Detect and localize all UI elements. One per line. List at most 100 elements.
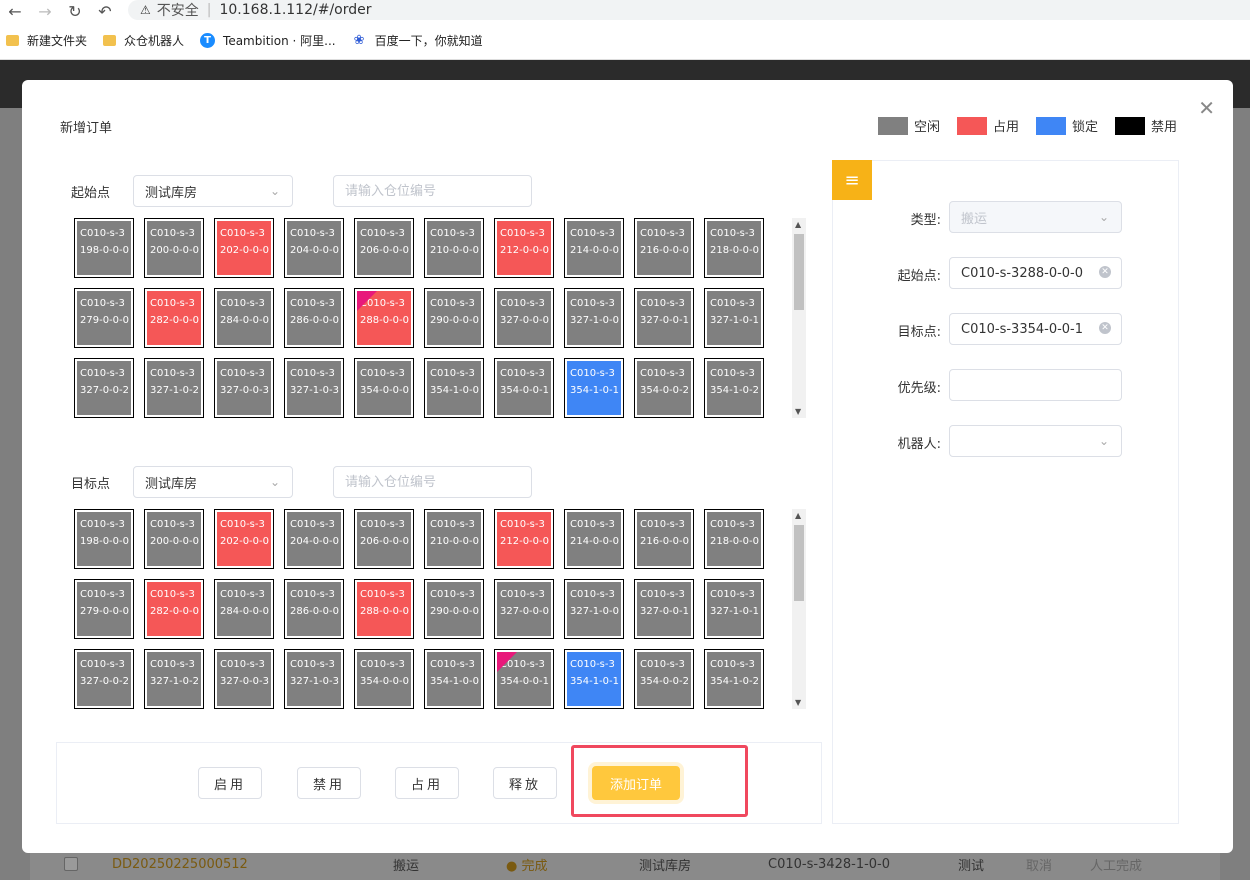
- bookmark-item[interactable]: 新建文件夹: [6, 32, 87, 49]
- location-cell[interactable]: C010-s-3202-0-0-0: [214, 218, 274, 278]
- close-icon[interactable]: ✕: [1198, 98, 1215, 118]
- target-point-field[interactable]: C010-s-3354-0-0-1 ✕: [949, 313, 1122, 345]
- undo-icon[interactable]: ↶: [90, 0, 120, 22]
- location-cell[interactable]: C010-s-3327-1-0-1: [704, 579, 764, 639]
- location-cell[interactable]: C010-s-3286-0-0-0: [284, 579, 344, 639]
- manual-complete-link[interactable]: 人工完成: [1090, 855, 1142, 874]
- start-warehouse-select[interactable]: 测试库房 ⌄: [133, 175, 293, 207]
- location-cell[interactable]: C010-s-3284-0-0-0: [214, 579, 274, 639]
- list-indent-icon[interactable]: ≡: [832, 160, 872, 200]
- location-cell[interactable]: C010-s-3327-1-0-2: [144, 358, 204, 418]
- location-cell[interactable]: C010-s-3327-1-0-1: [704, 288, 764, 348]
- bookmark-item[interactable]: T Teambition · 阿里...: [200, 32, 336, 49]
- address-bar[interactable]: ⚠ 不安全 | 10.168.1.112/#/order: [128, 0, 1250, 20]
- location-cell[interactable]: C010-s-3206-0-0-0: [354, 218, 414, 278]
- start-point-field[interactable]: C010-s-3288-0-0-0 ✕: [949, 257, 1122, 289]
- location-cell[interactable]: C010-s-3354-1-0-1: [564, 358, 624, 418]
- location-cell[interactable]: C010-s-3354-1-0-2: [704, 649, 764, 709]
- location-cell[interactable]: C010-s-3327-1-0-3: [284, 649, 344, 709]
- location-cell[interactable]: C010-s-3210-0-0-0: [424, 218, 484, 278]
- location-cell[interactable]: C010-s-3327-0-0-2: [74, 358, 134, 418]
- priority-input[interactable]: [949, 369, 1122, 401]
- location-cell[interactable]: C010-s-3210-0-0-0: [424, 509, 484, 569]
- occupy-button[interactable]: 占用: [395, 767, 459, 799]
- location-cell[interactable]: C010-s-3327-0-0-2: [74, 649, 134, 709]
- location-cell[interactable]: C010-s-3284-0-0-0: [214, 288, 274, 348]
- location-cell[interactable]: C010-s-3214-0-0-0: [564, 218, 624, 278]
- cancel-link[interactable]: 取消: [1026, 855, 1052, 874]
- location-cell[interactable]: C010-s-3282-0-0-0: [144, 579, 204, 639]
- location-cell[interactable]: C010-s-3327-1-0-2: [144, 649, 204, 709]
- start-grid-scrollbar[interactable]: ▲ ▼: [792, 218, 806, 418]
- location-cell[interactable]: C010-s-3327-0-0-0: [494, 288, 554, 348]
- location-cell[interactable]: C010-s-3327-0-0-3: [214, 358, 274, 418]
- start-location-search-input[interactable]: [333, 175, 532, 207]
- location-cell[interactable]: C010-s-3354-1-0-2: [704, 358, 764, 418]
- location-cell[interactable]: C010-s-3286-0-0-0: [284, 288, 344, 348]
- location-cell[interactable]: C010-s-3354-1-0-1: [564, 649, 624, 709]
- location-cell[interactable]: C010-s-3327-1-0-0: [564, 579, 624, 639]
- location-cell[interactable]: C010-s-3354-0-0-0: [354, 358, 414, 418]
- location-cell-label: C010-s-3327-0-0-2: [77, 652, 131, 706]
- scroll-down-arrow-icon[interactable]: ▼: [795, 698, 801, 707]
- location-cell[interactable]: C010-s-3354-0-0-2: [634, 649, 694, 709]
- location-cell-label: C010-s-3327-1-0-3: [287, 652, 341, 706]
- location-cell-label: C010-s-3327-1-0-3: [287, 361, 341, 415]
- location-cell[interactable]: C010-s-3200-0-0-0: [144, 218, 204, 278]
- location-cell[interactable]: C010-s-3327-0-0-1: [634, 579, 694, 639]
- location-cell[interactable]: C010-s-3212-0-0-0: [494, 509, 554, 569]
- bookmark-item[interactable]: ❀ 百度一下，你就知道: [352, 32, 483, 49]
- location-cell[interactable]: C010-s-3216-0-0-0: [634, 509, 694, 569]
- location-cell[interactable]: C010-s-3327-0-0-0: [494, 579, 554, 639]
- location-cell[interactable]: C010-s-3354-1-0-0: [424, 649, 484, 709]
- location-cell[interactable]: C010-s-3214-0-0-0: [564, 509, 624, 569]
- location-cell[interactable]: C010-s-3279-0-0-0: [74, 579, 134, 639]
- location-cell[interactable]: C010-s-3206-0-0-0: [354, 509, 414, 569]
- row-checkbox[interactable]: [64, 857, 78, 871]
- target-location-search-input[interactable]: [333, 466, 532, 498]
- location-cell[interactable]: C010-s-3354-1-0-0: [424, 358, 484, 418]
- location-cell[interactable]: C010-s-3288-0-0-0: [354, 288, 414, 348]
- robot-select[interactable]: ⌄: [949, 425, 1122, 457]
- location-cell[interactable]: C010-s-3218-0-0-0: [704, 218, 764, 278]
- location-cell[interactable]: C010-s-3202-0-0-0: [214, 509, 274, 569]
- location-cell[interactable]: C010-s-3279-0-0-0: [74, 288, 134, 348]
- scroll-thumb[interactable]: [794, 234, 804, 310]
- scroll-up-arrow-icon[interactable]: ▲: [795, 220, 801, 229]
- scroll-up-arrow-icon[interactable]: ▲: [795, 511, 801, 520]
- location-cell[interactable]: C010-s-3218-0-0-0: [704, 509, 764, 569]
- location-cell[interactable]: C010-s-3354-0-0-2: [634, 358, 694, 418]
- scroll-down-arrow-icon[interactable]: ▼: [795, 407, 801, 416]
- location-cell[interactable]: C010-s-3216-0-0-0: [634, 218, 694, 278]
- location-cell[interactable]: C010-s-3290-0-0-0: [424, 288, 484, 348]
- disable-button[interactable]: 禁用: [297, 767, 361, 799]
- location-cell[interactable]: C010-s-3198-0-0-0: [74, 509, 134, 569]
- location-cell[interactable]: C010-s-3198-0-0-0: [74, 218, 134, 278]
- location-cell[interactable]: C010-s-3288-0-0-0: [354, 579, 414, 639]
- location-cell[interactable]: C010-s-3354-0-0-1: [494, 358, 554, 418]
- location-cell[interactable]: C010-s-3282-0-0-0: [144, 288, 204, 348]
- location-cell[interactable]: C010-s-3327-1-0-0: [564, 288, 624, 348]
- enable-button[interactable]: 启用: [198, 767, 262, 799]
- location-cell[interactable]: C010-s-3327-1-0-3: [284, 358, 344, 418]
- clear-circle-icon[interactable]: ✕: [1099, 322, 1111, 334]
- location-cell[interactable]: C010-s-3354-0-0-1: [494, 649, 554, 709]
- location-cell[interactable]: C010-s-3327-0-0-3: [214, 649, 274, 709]
- location-cell[interactable]: C010-s-3212-0-0-0: [494, 218, 554, 278]
- location-cell[interactable]: C010-s-3327-0-0-1: [634, 288, 694, 348]
- location-cell-label: C010-s-3354-0-0-0: [357, 652, 411, 706]
- location-cell[interactable]: C010-s-3204-0-0-0: [284, 218, 344, 278]
- scroll-thumb[interactable]: [794, 525, 804, 601]
- location-cell[interactable]: C010-s-3200-0-0-0: [144, 509, 204, 569]
- clear-circle-icon[interactable]: ✕: [1099, 266, 1111, 278]
- location-cell[interactable]: C010-s-3204-0-0-0: [284, 509, 344, 569]
- forward-arrow-icon[interactable]: →: [30, 0, 60, 22]
- location-cell[interactable]: C010-s-3290-0-0-0: [424, 579, 484, 639]
- target-grid-scrollbar[interactable]: ▲ ▼: [792, 509, 806, 709]
- reload-icon[interactable]: ↻: [60, 0, 90, 22]
- target-warehouse-select[interactable]: 测试库房 ⌄: [133, 466, 293, 498]
- location-cell[interactable]: C010-s-3354-0-0-0: [354, 649, 414, 709]
- bookmark-item[interactable]: 众仓机器人: [103, 32, 184, 49]
- back-arrow-icon[interactable]: ←: [0, 0, 30, 22]
- release-button[interactable]: 释放: [493, 767, 557, 799]
